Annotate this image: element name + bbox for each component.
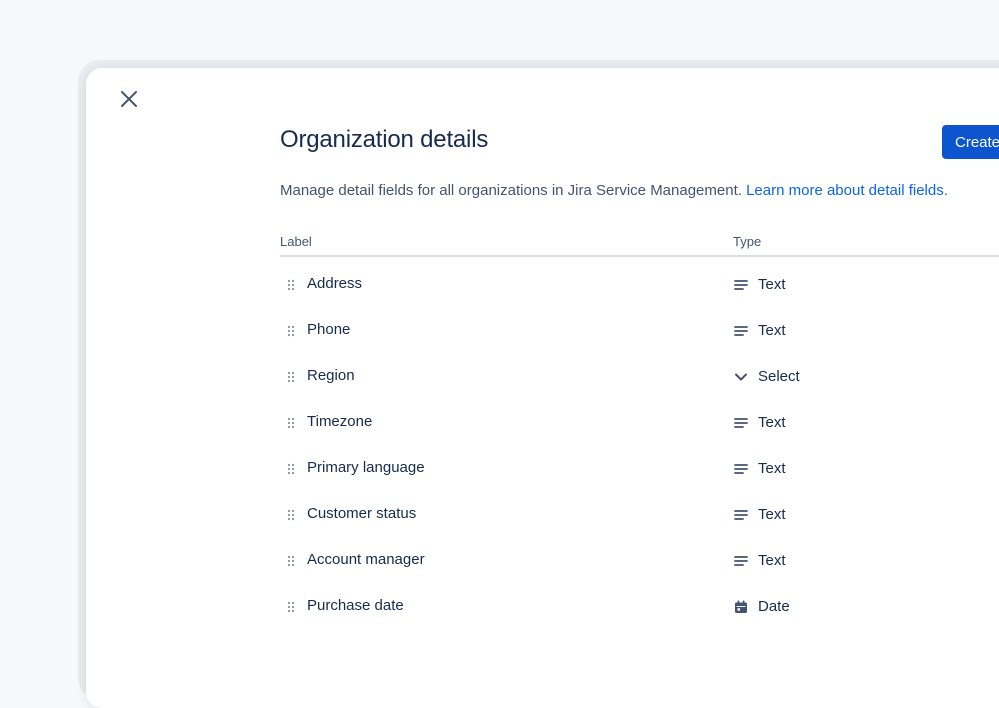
drag-handle-icon[interactable] [287, 278, 295, 291]
field-type: Date [758, 598, 790, 615]
text-lines-icon [733, 323, 749, 339]
drag-handle-icon[interactable] [287, 324, 295, 337]
table-row[interactable]: Primary language Text [280, 448, 999, 488]
field-label: Address [307, 275, 363, 292]
page-title: Organization details [280, 126, 489, 153]
field-type: Text [758, 276, 786, 293]
field-type: Text [758, 322, 786, 339]
description-text: Manage detail fields for all organizatio… [280, 182, 742, 199]
table-row[interactable]: Region Select [280, 356, 999, 396]
learn-more-link[interactable]: Learn more about detail fields. [746, 182, 948, 199]
drag-handle-icon[interactable] [287, 416, 295, 429]
table-row[interactable]: Customer status Text [280, 494, 999, 534]
field-label: Customer status [307, 505, 417, 522]
text-lines-icon [733, 553, 749, 569]
field-label: Timezone [307, 413, 373, 430]
text-lines-icon [733, 507, 749, 523]
text-lines-icon [733, 461, 749, 477]
drag-handle-icon[interactable] [287, 600, 295, 613]
text-lines-icon [733, 415, 749, 431]
text-lines-icon [733, 277, 749, 293]
table-row[interactable]: Phone Text [280, 310, 999, 350]
drag-handle-icon[interactable] [287, 508, 295, 521]
column-header-label: Label [280, 234, 312, 249]
description: Manage detail fields for all organizatio… [280, 182, 948, 199]
field-type: Text [758, 414, 786, 431]
drag-handle-icon[interactable] [287, 370, 295, 383]
drag-handle-icon[interactable] [287, 554, 295, 567]
field-type: Text [758, 506, 786, 523]
field-label: Purchase date [307, 597, 404, 614]
chevron-down-icon [733, 369, 749, 385]
table-row[interactable]: Address Text [280, 264, 999, 304]
drag-handle-icon[interactable] [287, 462, 295, 475]
field-label: Primary language [307, 459, 425, 476]
field-label: Phone [307, 321, 351, 338]
calendar-icon [733, 599, 749, 615]
field-label: Account manager [307, 551, 425, 568]
field-type: Select [758, 368, 800, 385]
table-row[interactable]: Purchase date Date [280, 586, 999, 626]
field-type: Text [758, 460, 786, 477]
field-type: Text [758, 552, 786, 569]
close-icon [121, 91, 137, 107]
table-row[interactable]: Account manager Text [280, 540, 999, 580]
field-label: Region [307, 367, 355, 384]
column-header-type: Type [733, 234, 762, 249]
header-divider [280, 255, 999, 257]
create-button[interactable]: Create [942, 125, 999, 159]
close-button[interactable] [116, 86, 142, 112]
table-row[interactable]: Timezone Text [280, 402, 999, 442]
